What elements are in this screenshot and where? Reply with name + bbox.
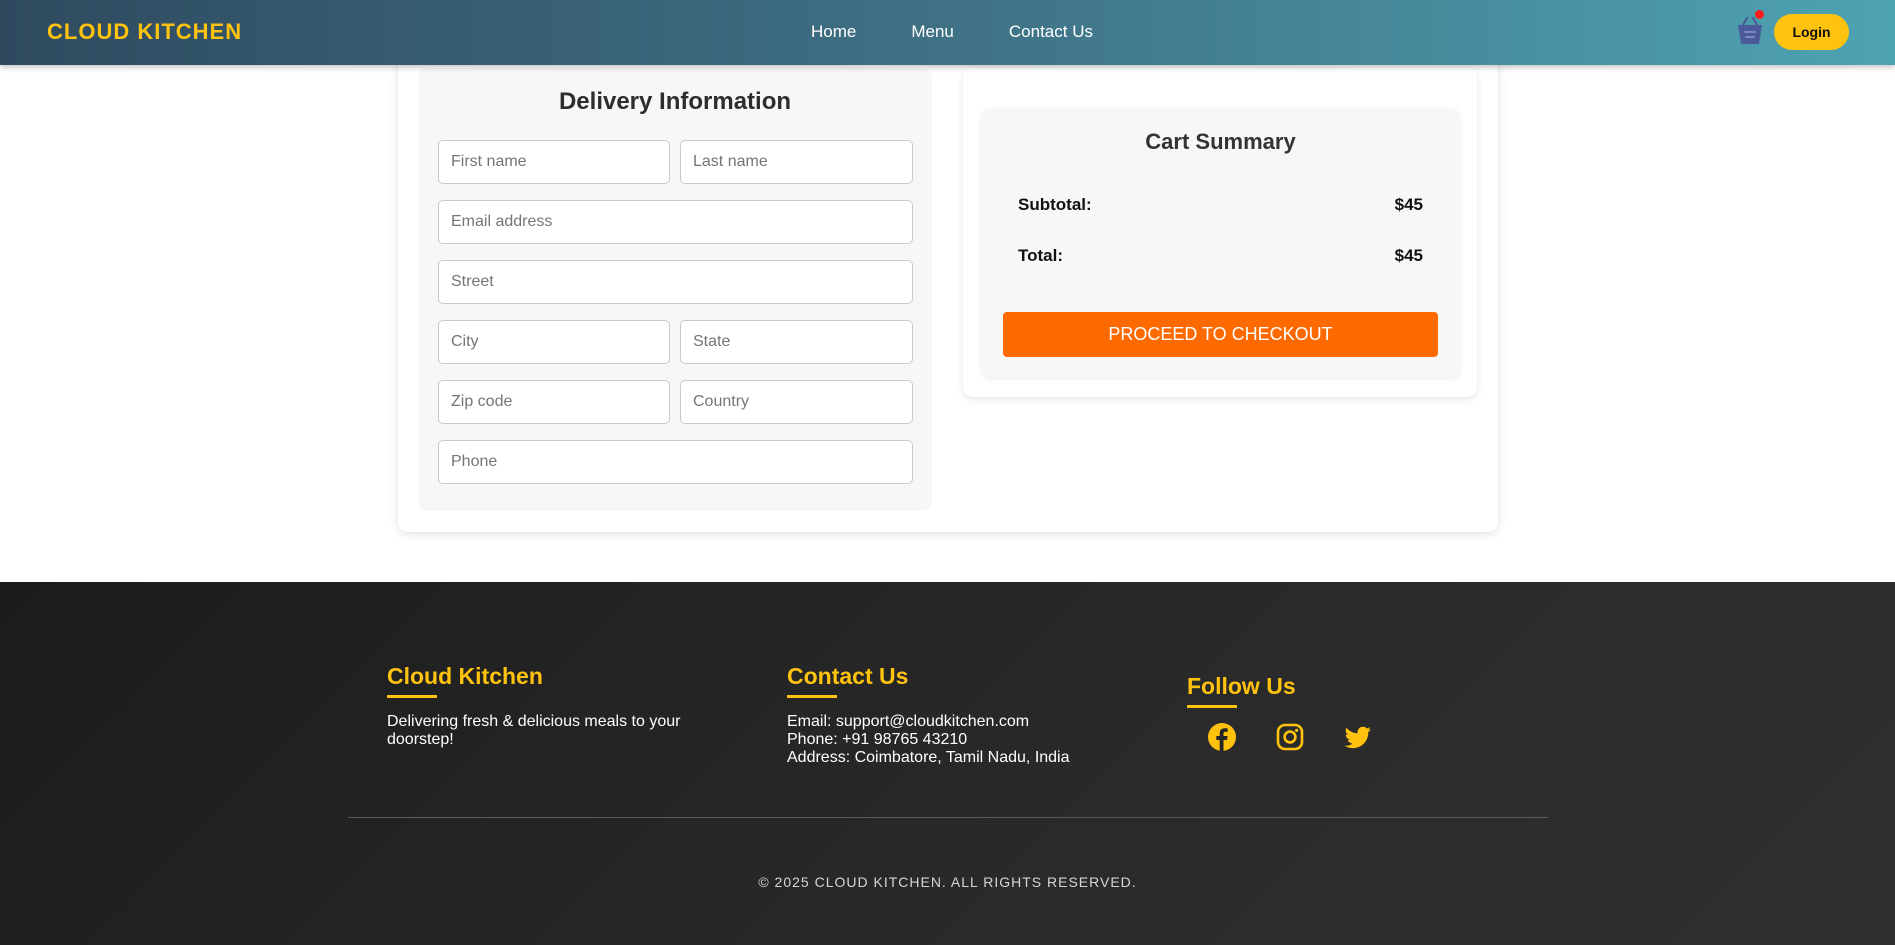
nav-links: Home Menu Contact Us — [811, 22, 1093, 42]
footer-follow-heading: Follow Us — [1187, 673, 1296, 699]
total-label: Total: — [1018, 246, 1064, 265]
brand-logo[interactable]: CLOUD KITCHEN — [47, 19, 242, 45]
cart-button[interactable] — [1733, 10, 1767, 48]
email-input[interactable] — [438, 200, 913, 244]
nav-link-home[interactable]: Home — [811, 22, 856, 42]
basket-icon — [1738, 16, 1762, 44]
footer-contact-address: Address: Coimbatore, Tamil Nadu, India — [787, 749, 1070, 766]
proceed-to-checkout-button[interactable]: PROCEED TO CHECKOUT — [1003, 312, 1438, 357]
login-button[interactable]: Login — [1774, 14, 1849, 50]
cart-badge — [1755, 10, 1764, 19]
last-name-input[interactable] — [680, 140, 913, 184]
first-name-input[interactable] — [438, 140, 670, 184]
twitter-icon[interactable] — [1343, 722, 1373, 752]
cart-summary-title: Cart Summary — [1145, 129, 1296, 154]
instagram-icon[interactable] — [1275, 722, 1305, 752]
zip-code-input[interactable] — [438, 380, 670, 424]
footer-about-underline — [387, 695, 437, 698]
footer-follow-underline — [1187, 705, 1237, 708]
footer-divider — [348, 817, 1548, 818]
footer-contact-underline — [787, 695, 837, 698]
nav-link-contact[interactable]: Contact Us — [1009, 22, 1093, 42]
footer-contact-heading: Contact Us — [787, 663, 909, 689]
footer-about-line2: doorstep! — [387, 731, 454, 748]
footer-contact-email[interactable]: Email: support@cloudkitchen.com — [787, 713, 1029, 731]
city-input[interactable] — [438, 320, 670, 364]
footer-contact-phone[interactable]: Phone: +91 98765 43210 — [787, 731, 967, 749]
copyright-text: © 2025 CLOUD KITCHEN. ALL RIGHTS RESERVE… — [758, 874, 1137, 890]
nav-link-menu[interactable]: Menu — [911, 22, 954, 42]
facebook-icon[interactable] — [1207, 722, 1237, 752]
delivery-title: Delivery Information — [558, 88, 792, 115]
navbar: CLOUD KITCHEN Home Menu Contact Us Login — [0, 0, 1895, 65]
subtotal-value: $45 — [1394, 195, 1423, 214]
total-value: $45 — [1394, 246, 1423, 265]
footer-about-line1: Delivering fresh & delicious meals to yo… — [387, 713, 681, 730]
street-input[interactable] — [438, 260, 913, 304]
country-input[interactable] — [680, 380, 913, 424]
phone-input[interactable] — [438, 440, 913, 484]
subtotal-label: Subtotal: — [1018, 195, 1092, 214]
footer-about-heading: Cloud Kitchen — [387, 663, 543, 689]
state-input[interactable] — [680, 320, 913, 364]
